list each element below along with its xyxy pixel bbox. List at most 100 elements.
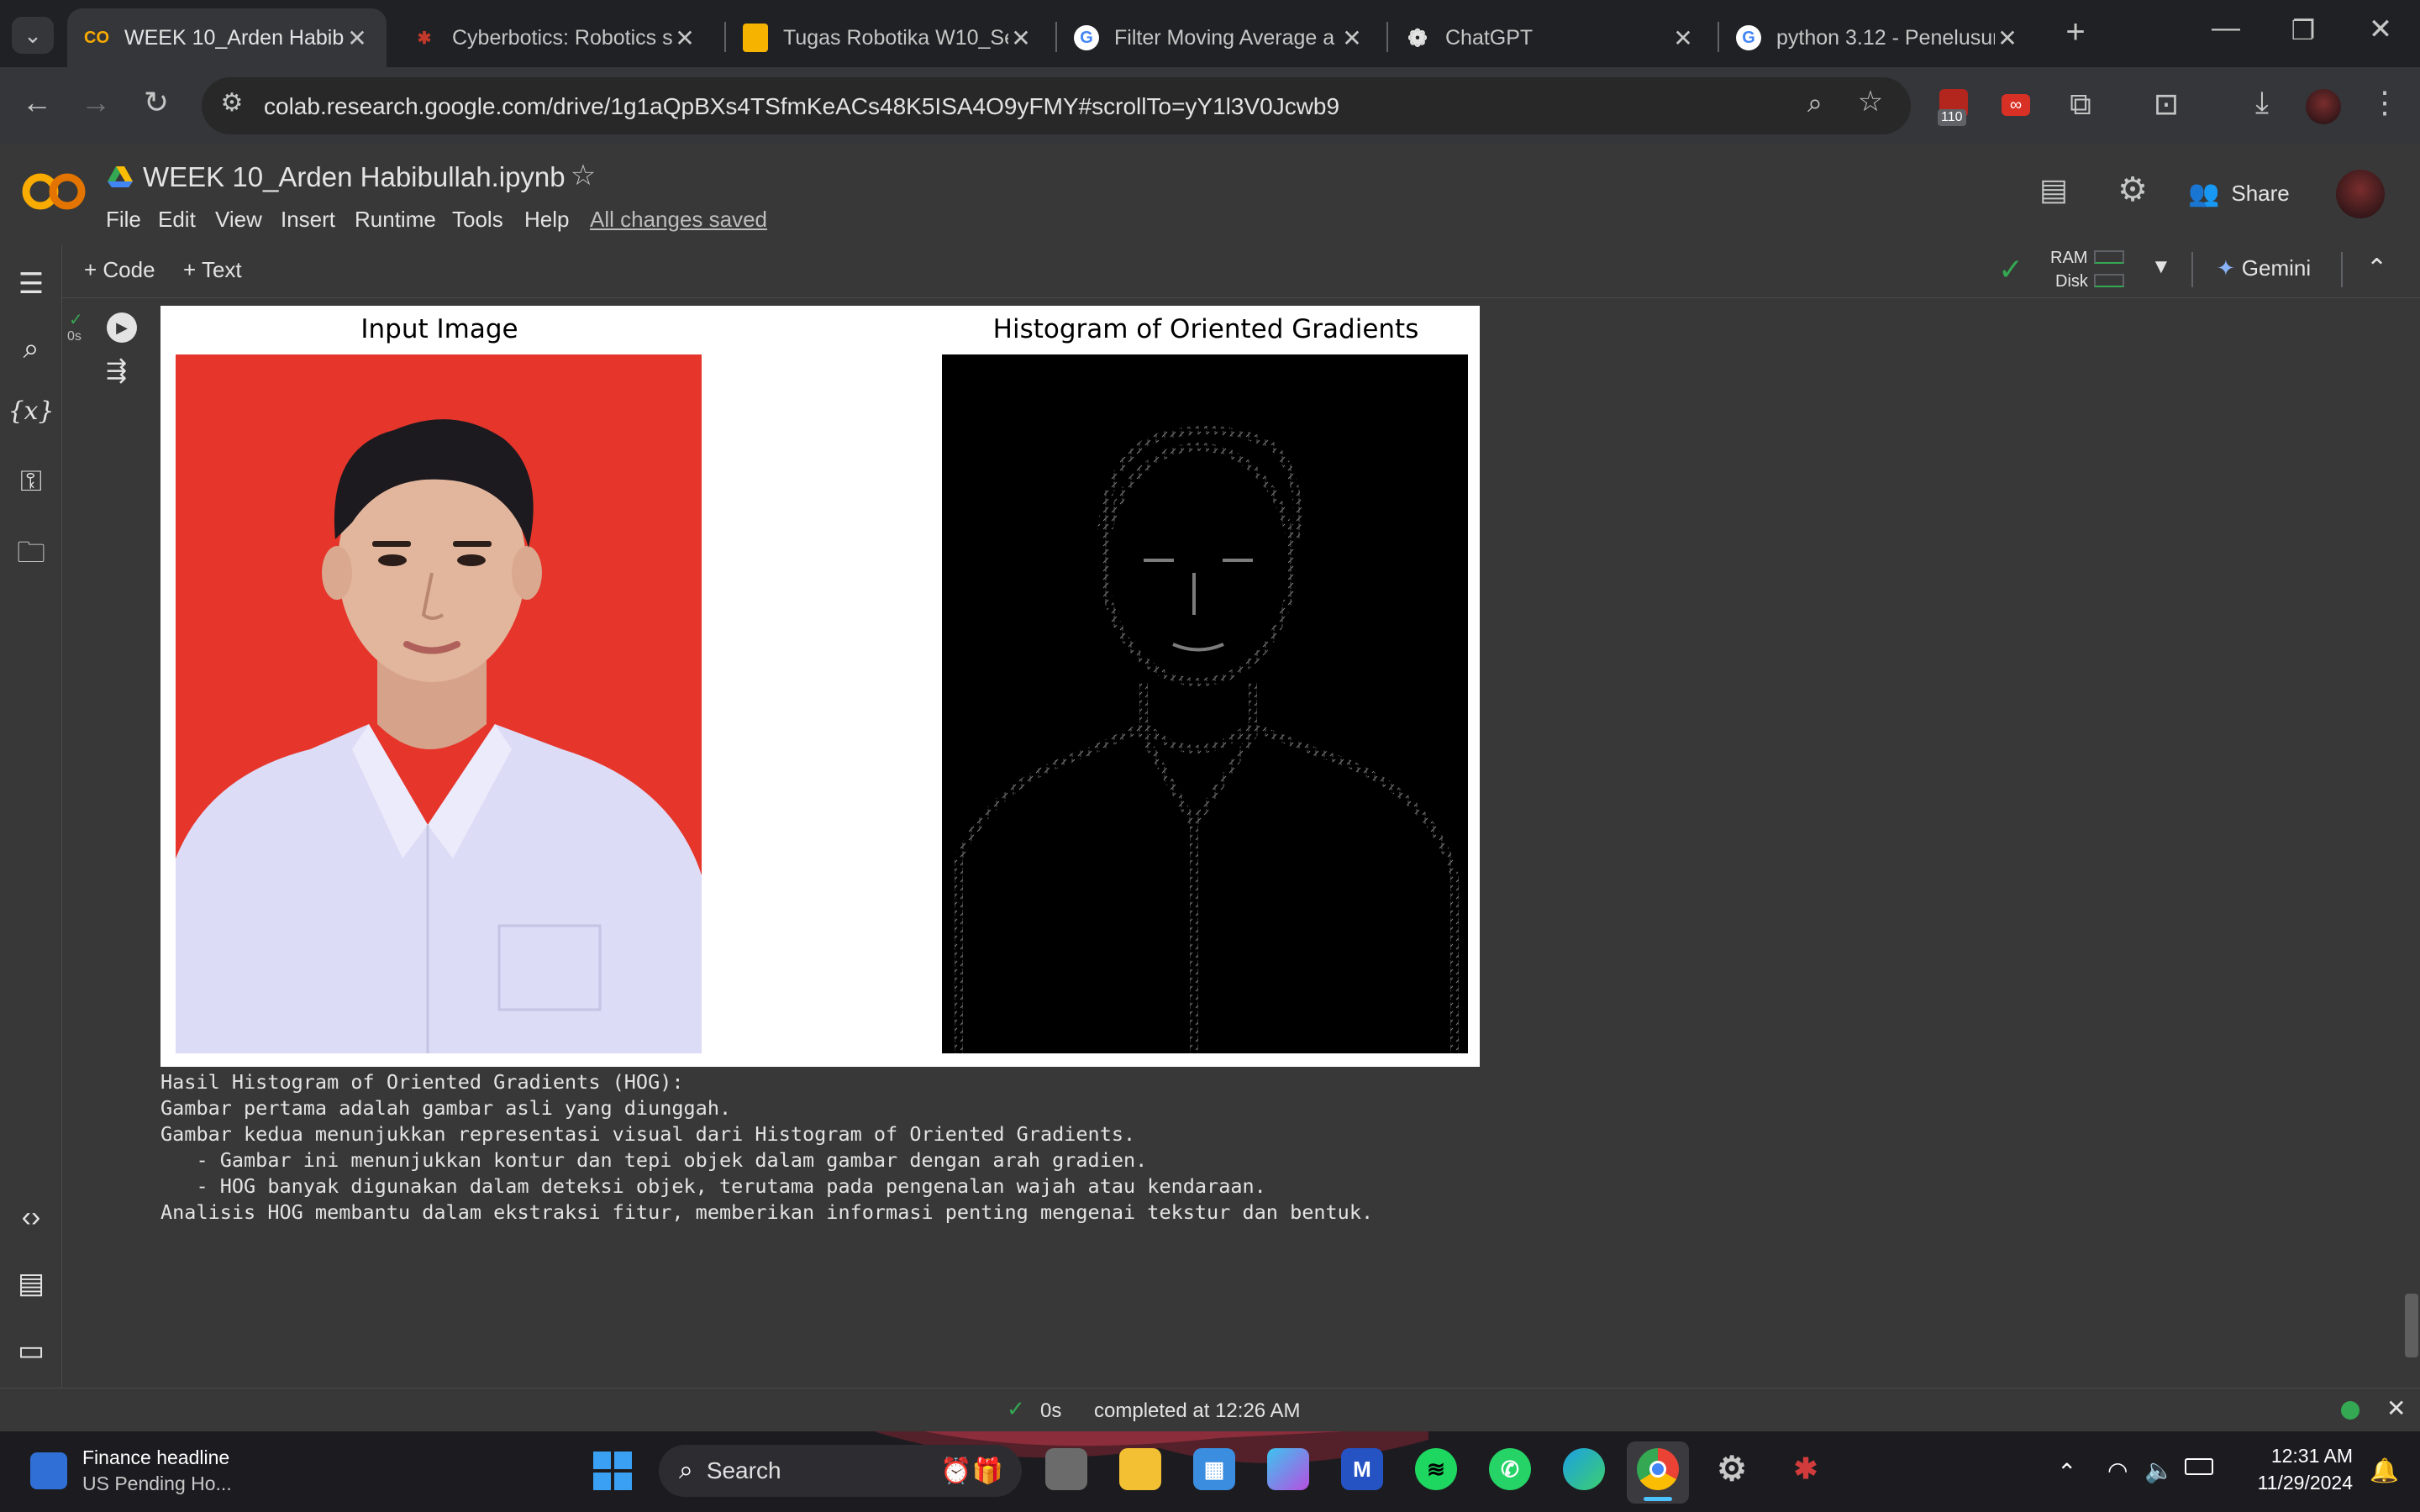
status-check-icon: ✓ xyxy=(1007,1396,1025,1421)
close-tab-icon[interactable]: ✕ xyxy=(1995,24,2020,52)
whatsapp-icon[interactable]: ✆ xyxy=(1489,1448,1531,1490)
tab-slides[interactable]: Tugas Robotika W10_Se ✕ xyxy=(726,8,1050,67)
comments-icon[interactable]: ▤ xyxy=(2035,175,2072,205)
slides-favicon-icon xyxy=(743,24,768,52)
code-snippets-icon[interactable]: ‹› xyxy=(0,1201,62,1234)
address-bar[interactable]: ⚙ colab.research.google.com/drive/1g1aQp… xyxy=(202,77,1911,134)
menu-file[interactable]: File xyxy=(106,207,141,233)
close-tab-icon[interactable]: ✕ xyxy=(345,24,370,52)
search-icon[interactable]: ⌕ xyxy=(0,333,62,365)
infinity-extension-icon[interactable]: ∞ xyxy=(2002,94,2030,116)
terminal-icon[interactable]: ▭ xyxy=(0,1334,62,1368)
clock-time[interactable]: 12:31 AM xyxy=(2260,1445,2353,1467)
zoom-icon[interactable]: ⌕ xyxy=(1798,89,1832,116)
share-people-icon: 👥 xyxy=(2188,179,2220,207)
volume-icon[interactable]: 🔈 xyxy=(2144,1457,2174,1484)
battery-icon[interactable] xyxy=(2185,1458,2213,1475)
scrollbar-thumb[interactable] xyxy=(2405,1294,2418,1357)
close-tab-icon[interactable]: ✕ xyxy=(672,24,697,52)
drive-icon[interactable] xyxy=(108,165,133,188)
tab-cyberbotics[interactable]: ✱ Cyberbotics: Robotics si ✕ xyxy=(395,8,714,67)
gemini-button[interactable]: ✦ Gemini xyxy=(2217,255,2311,281)
notification-bell-icon[interactable]: 🔔 xyxy=(2370,1457,2399,1484)
output-line: Gambar kedua menunjukkan representasi vi… xyxy=(160,1122,1136,1146)
toolbar-vdivider xyxy=(2341,252,2343,287)
run-cell-button[interactable]: ▶ xyxy=(107,312,137,343)
tray-overflow-icon[interactable]: ⌃ xyxy=(2057,1458,2076,1486)
output-actions-icon[interactable]: ⇶ xyxy=(106,356,127,386)
tab-search-dropdown-icon[interactable]: ⌄ xyxy=(12,17,54,54)
edge-icon[interactable] xyxy=(1563,1448,1605,1490)
left-sidebar: ☰ ⌕ {x} ⚿ 🗀 ‹› ▤ ▭ xyxy=(0,245,62,1388)
share-button[interactable]: 👥 Share xyxy=(2188,173,2290,213)
settings-icon[interactable]: ⚙ xyxy=(1711,1448,1753,1490)
extension-badge-icon[interactable]: 110 xyxy=(1936,89,1971,126)
secrets-key-icon[interactable]: ⚿ xyxy=(0,465,62,498)
close-status-icon[interactable]: ✕ xyxy=(2386,1394,2406,1422)
forward-icon[interactable]: → xyxy=(77,87,114,118)
tab-filter-moving-average[interactable]: G Filter Moving Average a ✕ xyxy=(1057,8,1381,67)
reload-icon[interactable]: ↻ xyxy=(138,87,175,118)
mathcad-icon[interactable]: M xyxy=(1341,1448,1383,1490)
news-widget[interactable]: Finance headline US Pending Ho... xyxy=(30,1446,232,1495)
minimize-window-icon[interactable]: — xyxy=(2205,13,2247,42)
menu-edit[interactable]: Edit xyxy=(158,207,196,233)
add-code-button[interactable]: + Code xyxy=(84,257,155,283)
runtime-connected-check-icon[interactable]: ✓ xyxy=(1998,252,2023,287)
clock-date[interactable]: 11/29/2024 xyxy=(2235,1472,2353,1494)
profile-avatar[interactable] xyxy=(2306,89,2341,124)
tab-colab[interactable]: CO WEEK 10_Arden Habibu ✕ xyxy=(67,8,387,67)
status-completed[interactable]: completed at 12:26 AM xyxy=(1094,1399,1300,1423)
files-folder-icon[interactable]: 🗀 xyxy=(0,533,62,580)
collapse-header-icon[interactable]: ⌃ xyxy=(2366,254,2387,283)
table-of-contents-icon[interactable]: ☰ xyxy=(0,267,62,301)
tab-chatgpt[interactable]: ❁ ChatGPT ✕ xyxy=(1388,8,1712,67)
bookmark-star-icon[interactable]: ☆ xyxy=(1854,87,1887,116)
download-icon[interactable]: ⤓ xyxy=(2244,87,2281,118)
tab-python-search[interactable]: G python 3.12 - Penelusur ✕ xyxy=(1719,8,2037,67)
chrome-icon[interactable] xyxy=(1637,1448,1679,1490)
disk-meter[interactable] xyxy=(2094,274,2124,287)
disk-label: Disk xyxy=(2055,272,2088,291)
output-line: Gambar pertama adalah gambar asli yang d… xyxy=(160,1096,732,1120)
microsoft-store-icon[interactable]: ▦ xyxy=(1193,1448,1235,1490)
close-tab-icon[interactable]: ✕ xyxy=(1670,24,1696,52)
task-view-icon[interactable] xyxy=(1045,1448,1087,1490)
add-text-button[interactable]: + Text xyxy=(183,257,242,283)
file-explorer-icon[interactable] xyxy=(1119,1448,1161,1490)
search-icon: ⌕ xyxy=(679,1457,693,1484)
colab-logo-icon[interactable] xyxy=(22,168,86,215)
spotify-icon[interactable]: ≋ xyxy=(1415,1448,1457,1490)
chrome-menu-icon[interactable]: ⋮ xyxy=(2368,87,2402,118)
menu-insert[interactable]: Insert xyxy=(281,207,335,233)
new-tab-icon[interactable]: + xyxy=(2057,15,2094,49)
menu-view[interactable]: View xyxy=(215,207,262,233)
command-palette-icon[interactable]: ▤ xyxy=(0,1267,62,1300)
taskbar-search[interactable]: ⌕ Search ⏰🎁 xyxy=(659,1445,1022,1497)
site-info-icon[interactable]: ⚙ xyxy=(215,91,249,116)
wifi-icon[interactable]: ◠ xyxy=(2107,1457,2128,1484)
save-status[interactable]: All changes saved xyxy=(590,207,767,233)
close-tab-icon[interactable]: ✕ xyxy=(1339,24,1365,52)
copilot-icon[interactable] xyxy=(1267,1448,1309,1490)
resources-dropdown-icon[interactable]: ▼ xyxy=(2151,255,2171,279)
screenshot-icon[interactable]: ⊡ xyxy=(2148,89,2185,119)
menu-runtime[interactable]: Runtime xyxy=(355,207,436,233)
windows-start-icon[interactable] xyxy=(593,1452,632,1490)
restore-window-icon[interactable]: ❐ xyxy=(2282,17,2324,44)
back-icon[interactable]: ← xyxy=(18,87,55,118)
menu-tools[interactable]: Tools xyxy=(452,207,503,233)
close-window-icon[interactable]: ✕ xyxy=(2360,15,2402,44)
settings-gear-icon[interactable]: ⚙ xyxy=(2114,173,2151,207)
notebook-title[interactable]: WEEK 10_Arden Habibullah.ipynb xyxy=(143,161,566,193)
webots-bug-icon[interactable]: ✱ xyxy=(1785,1448,1827,1490)
input-image-title: Input Image xyxy=(360,314,518,344)
variables-icon[interactable]: {x} xyxy=(0,396,62,426)
account-avatar[interactable] xyxy=(2336,170,2385,218)
extension-badge-count: 110 xyxy=(1938,109,1966,126)
menu-help[interactable]: Help xyxy=(524,207,569,233)
close-tab-icon[interactable]: ✕ xyxy=(1008,24,1034,52)
ram-meter[interactable] xyxy=(2094,250,2124,264)
star-notebook-icon[interactable]: ☆ xyxy=(566,161,600,190)
extensions-puzzle-icon[interactable]: ⧉ xyxy=(2062,89,2099,119)
